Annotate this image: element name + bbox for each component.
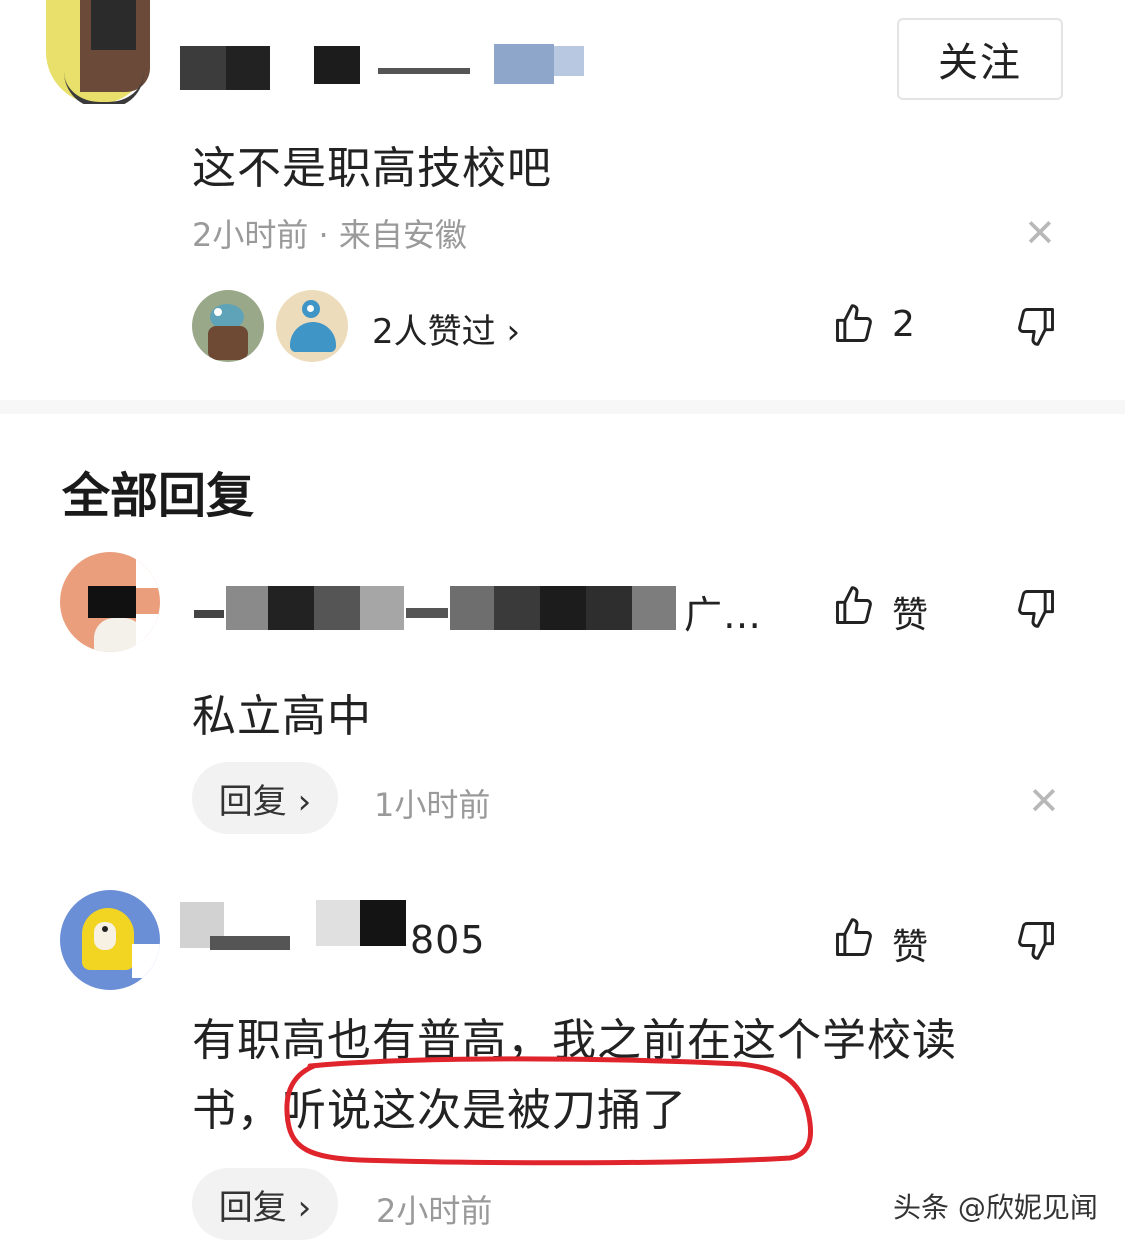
watermark: 头条 @欣妮见闻: [893, 1191, 1098, 1224]
section-divider: [0, 400, 1125, 414]
reply-button[interactable]: 回复 ›: [192, 1168, 338, 1240]
thumbs-up-icon[interactable]: [832, 584, 876, 628]
liker-avatar[interactable]: [192, 290, 264, 362]
comment-time-location: 2小时前 · 来自安徽: [192, 216, 467, 254]
top-comment-avatar[interactable]: [46, 0, 150, 104]
liker-avatar[interactable]: [276, 290, 348, 362]
top-comment-username-redacted: [178, 42, 588, 90]
thumbs-up-icon[interactable]: [832, 302, 876, 346]
thumbs-down-icon[interactable]: [1014, 586, 1058, 630]
reply-username-redacted: [192, 584, 682, 632]
thumbs-down-icon[interactable]: [1014, 304, 1058, 348]
reply-avatar[interactable]: [60, 552, 160, 652]
reply-username-suffix: 广…: [684, 593, 763, 637]
section-title: 全部回复: [62, 468, 255, 524]
reply-button[interactable]: 回复 ›: [192, 762, 338, 834]
comment-text: 这不是职高技校吧: [192, 143, 552, 194]
reply-text-line2-prefix: 书，: [192, 1085, 282, 1136]
thumbs-up-icon[interactable]: [832, 916, 876, 960]
thumbs-down-icon[interactable]: [1014, 918, 1058, 962]
likers-summary[interactable]: 2人赞过 ›: [372, 304, 520, 353]
close-icon[interactable]: ✕: [1028, 782, 1060, 820]
red-circle-annotation: [284, 1056, 814, 1166]
reply-username-suffix: 805: [410, 918, 486, 962]
reply-username-redacted: [180, 898, 410, 958]
follow-button[interactable]: 关注: [897, 18, 1063, 100]
reply-avatar[interactable]: [60, 890, 160, 990]
reply-time: 1小时前: [374, 786, 491, 824]
reply-text: 私立高中: [192, 691, 372, 742]
like-label[interactable]: 赞: [892, 586, 928, 638]
reply-time: 2小时前: [376, 1192, 493, 1230]
like-label[interactable]: 赞: [892, 918, 928, 970]
close-icon[interactable]: ✕: [1024, 214, 1056, 252]
like-count: 2: [892, 304, 915, 345]
